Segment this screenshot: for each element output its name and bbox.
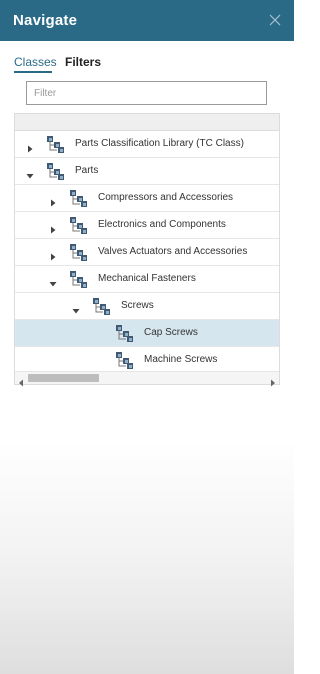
close-icon xyxy=(269,14,281,26)
class-node-icon xyxy=(69,189,89,208)
tab-classes[interactable]: Classes xyxy=(14,55,57,69)
scrollbar-thumb[interactable] xyxy=(28,374,99,382)
class-node-icon xyxy=(46,162,66,181)
tab-filters[interactable]: Filters xyxy=(65,55,101,69)
navigate-panel: Navigate Classes Filters Parts Classific… xyxy=(0,0,294,674)
class-node-icon xyxy=(115,351,135,370)
tree-node-label: Electronics and Components xyxy=(98,219,226,230)
tree-row[interactable]: Machine Screws xyxy=(15,347,279,374)
tree-node-label: Cap Screws xyxy=(144,327,198,338)
scroll-right-arrow[interactable] xyxy=(270,374,276,387)
horizontal-scrollbar[interactable] xyxy=(15,371,279,387)
caret-right-icon[interactable] xyxy=(49,194,57,207)
tree-node-label: Parts Classification Library (TC Class) xyxy=(75,138,244,149)
tree-node-label: Machine Screws xyxy=(144,354,218,365)
tree-header xyxy=(15,114,279,131)
caret-down-icon[interactable] xyxy=(26,167,34,179)
caret-down-icon[interactable] xyxy=(72,302,80,314)
class-node-icon xyxy=(115,324,135,343)
class-node-icon xyxy=(69,270,89,289)
class-node-icon xyxy=(92,297,112,316)
active-tab-indicator xyxy=(14,71,52,73)
tree-row[interactable]: Screws xyxy=(15,293,279,320)
tree-rows: Parts Classification Library (TC Class) P… xyxy=(15,131,279,374)
scroll-left-arrow[interactable] xyxy=(18,374,24,387)
panel-header: Navigate xyxy=(0,0,294,41)
tree-node-label: Screws xyxy=(121,300,154,311)
tree-row[interactable]: Valves Actuators and Accessories xyxy=(15,239,279,266)
tree-node-label: Mechanical Fasteners xyxy=(98,273,196,284)
tree-node-label: Parts xyxy=(75,165,99,176)
caret-down-icon[interactable] xyxy=(49,275,57,287)
class-node-icon xyxy=(69,216,89,235)
caret-right-icon[interactable] xyxy=(26,140,34,153)
class-node-icon xyxy=(69,243,89,262)
caret-right-icon[interactable] xyxy=(49,248,57,261)
tree-row[interactable]: Parts Classification Library (TC Class) xyxy=(15,131,279,158)
tree-node-label: Valves Actuators and Accessories xyxy=(98,246,248,257)
tree-row[interactable]: Mechanical Fasteners xyxy=(15,266,279,293)
panel-title: Navigate xyxy=(13,12,78,29)
tree-row[interactable]: Parts xyxy=(15,158,279,185)
tab-bar: Classes Filters xyxy=(0,41,294,73)
tree-row[interactable]: Cap Screws xyxy=(15,320,279,347)
tree-row[interactable]: Electronics and Components xyxy=(15,212,279,239)
close-button[interactable] xyxy=(266,11,284,29)
class-node-icon xyxy=(46,135,66,154)
tree-node-label: Compressors and Accessories xyxy=(98,192,234,203)
class-tree: Parts Classification Library (TC Class) P… xyxy=(14,113,280,387)
tree-row[interactable]: Compressors and Accessories xyxy=(15,185,279,212)
filter-input[interactable] xyxy=(26,81,267,105)
caret-right-icon[interactable] xyxy=(49,221,57,234)
